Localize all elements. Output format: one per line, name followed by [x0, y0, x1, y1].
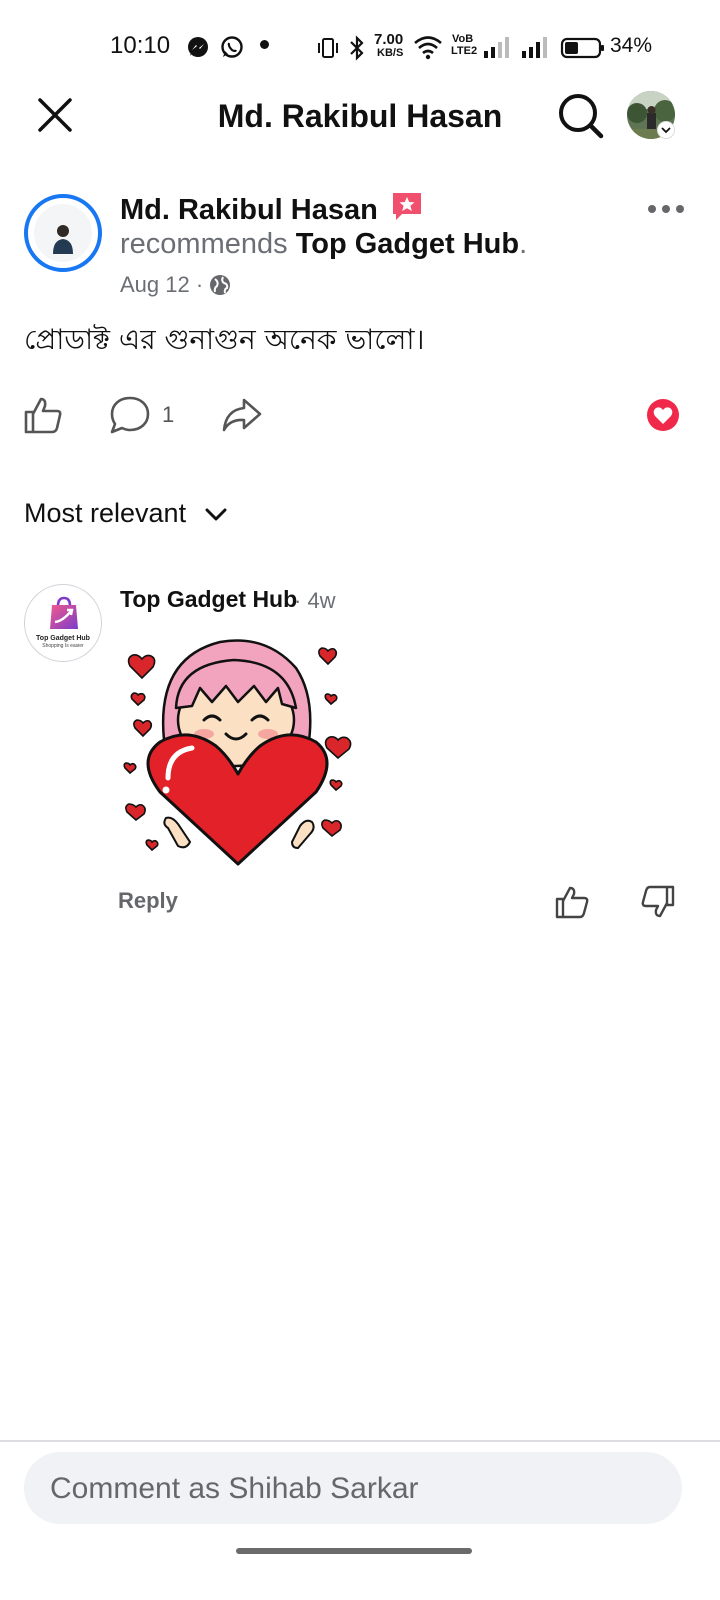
search-icon[interactable]: [556, 92, 606, 140]
comment-composer[interactable]: [24, 1452, 686, 1526]
vibrate-icon: [318, 38, 338, 58]
post-date: Aug 12 ·: [120, 272, 231, 298]
comment-time: · 4w: [294, 588, 336, 613]
whatsapp-icon: [221, 36, 243, 58]
wifi-icon: [414, 36, 442, 60]
comment-sort-dropdown[interactable]: Most relevant: [24, 498, 228, 529]
comment-dislike-icon[interactable]: [640, 884, 676, 920]
battery-percent: 34%: [610, 34, 653, 57]
status-bar: 10:10 7.00 KB/S VoB LTE2 34%: [0, 28, 720, 68]
net-speed-value: 7.00: [374, 31, 404, 48]
commenter-avatar[interactable]: Top Gadget Hub Shopping Is easier: [24, 584, 102, 662]
lte-label: LTE2: [451, 45, 478, 57]
notification-dot-icon: [260, 40, 269, 49]
battery-icon: [560, 37, 604, 59]
post-date-text: Aug 12: [120, 272, 190, 297]
recommended-page-link[interactable]: Top Gadget Hub: [296, 228, 519, 260]
messenger-icon: [188, 37, 208, 57]
top-fan-badge-icon: [392, 193, 421, 220]
like-icon[interactable]: [22, 394, 64, 436]
volte-label: VoB: [452, 33, 474, 45]
comment-author[interactable]: Top Gadget Hub: [120, 586, 297, 613]
dropdown-badge: [657, 121, 675, 139]
comment-like-icon[interactable]: [554, 884, 590, 920]
globe-icon: [210, 275, 231, 295]
avatar: [34, 204, 92, 262]
signal-sim1-icon: [484, 37, 509, 58]
bluetooth-icon: [350, 35, 364, 61]
heart-girl-sticker[interactable]: [116, 628, 356, 866]
home-indicator[interactable]: [236, 1548, 472, 1554]
page-title: Md. Rakibul Hasan: [217, 98, 503, 134]
net-speed-unit: KB/S: [377, 47, 404, 59]
recommends-text: recommends: [120, 228, 288, 260]
shopping-bag-logo-icon: [50, 596, 78, 629]
sort-label: Most relevant: [24, 498, 187, 528]
post-author-avatar[interactable]: [24, 194, 102, 272]
divider: [0, 1440, 720, 1442]
logo-tagline: Shopping Is easier: [42, 643, 84, 649]
clock: 10:10: [110, 32, 171, 59]
signal-sim2-icon: [522, 37, 547, 58]
author-name-text: Md. Rakibul Hasan: [120, 194, 378, 226]
comment-input[interactable]: [48, 1452, 686, 1526]
logo-text: Top Gadget Hub: [36, 635, 90, 642]
more-options-icon[interactable]: [644, 200, 688, 218]
post-author-name[interactable]: Md. Rakibul Hasan: [120, 190, 424, 227]
comment-count: 1: [162, 402, 175, 427]
recommendation-line: recommends Top Gadget Hub.: [120, 228, 528, 260]
comment-icon[interactable]: [108, 394, 152, 436]
profile-menu-avatar[interactable]: [627, 91, 675, 139]
reply-button[interactable]: Reply: [118, 888, 178, 914]
love-reaction-icon[interactable]: [646, 398, 680, 432]
chevron-down-icon: [661, 127, 671, 134]
chevron-down-icon: [205, 508, 227, 521]
post-text: প্রোডাক্ট এর গুনাগুন অনেক ভালো।: [24, 323, 425, 356]
share-icon[interactable]: [220, 394, 264, 436]
